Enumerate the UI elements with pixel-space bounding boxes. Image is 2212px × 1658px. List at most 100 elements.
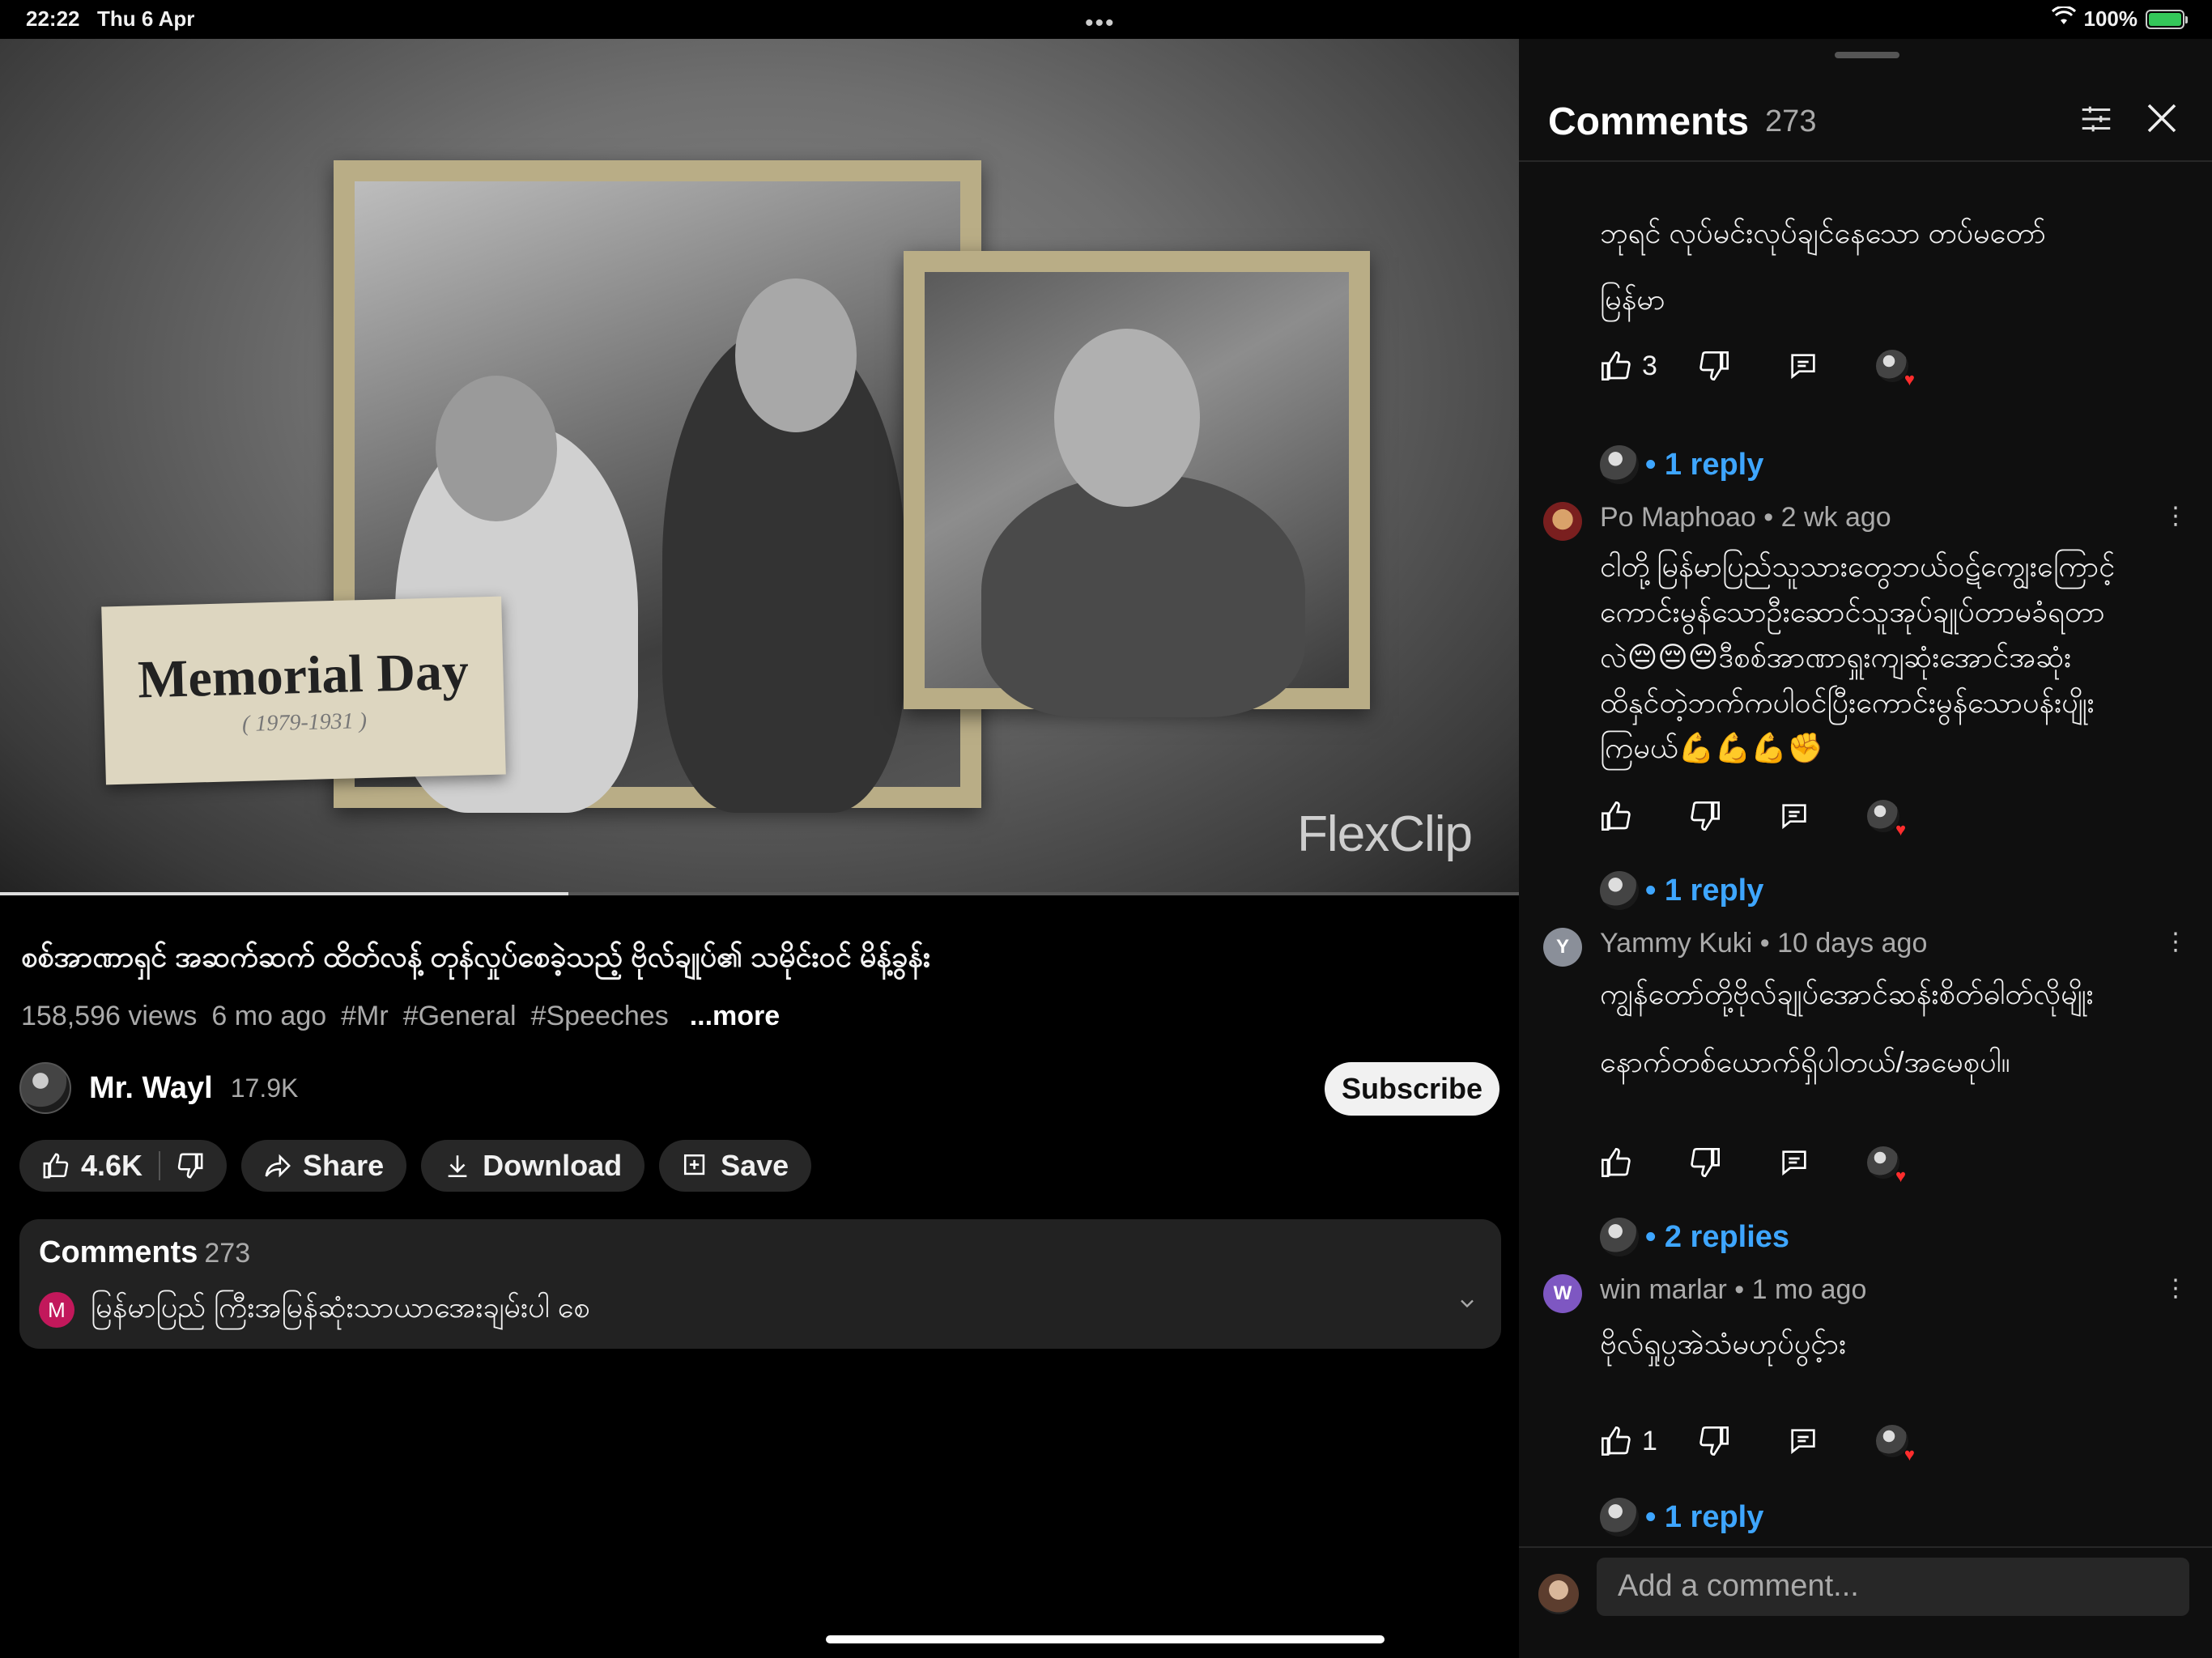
comment-author[interactable]: win marlar • 1 mo ago xyxy=(1600,1274,1866,1306)
status-time: 22:22 xyxy=(26,6,80,31)
memorial-years: ( 1979-1931 ) xyxy=(241,708,368,737)
channel-row[interactable]: Mr. Wayl 17.9K xyxy=(19,1062,298,1114)
replies-link[interactable]: • 1 reply xyxy=(1600,1498,1763,1537)
comments-teaser-row: M မြန်မာပြည် ကြီးအမြန်ဆုံးသာယာအေးချမ်းပါ… xyxy=(39,1288,1482,1332)
divider xyxy=(159,1151,161,1180)
creator-heart-icon xyxy=(1867,1146,1906,1187)
photo-frame-portrait xyxy=(904,251,1370,717)
status-bar: 22:22 Thu 6 Apr ••• 100% xyxy=(0,0,2212,39)
video-progress-bar[interactable] xyxy=(0,892,1519,895)
comment-text-line: ထိနှင်တဲ့ဘက်ကပါဝင်ပြီးကောင်းမွန်သောပန်းပ… xyxy=(1600,686,2095,719)
creator-heart-icon xyxy=(1875,350,1915,390)
more-options-icon[interactable]: ⋮ xyxy=(2163,1274,2188,1303)
like-count[interactable]: 4.6K xyxy=(81,1149,143,1183)
upload-age: 6 mo ago xyxy=(211,1001,327,1031)
more-link[interactable]: ...more xyxy=(690,1001,780,1032)
download-icon xyxy=(444,1152,471,1180)
thumbs-down-icon[interactable] xyxy=(1689,1146,1721,1179)
replies-label[interactable]: • 2 replies xyxy=(1645,1220,1789,1255)
user-avatar xyxy=(1538,1574,1579,1614)
save-button[interactable]: Save xyxy=(659,1140,812,1192)
comment-text-line: ကောင်းမွန်သောဦးဆောင်သူအုပ်ချုပ်တာမခံရတာ xyxy=(1600,595,2105,628)
comment-author[interactable]: Po Maphoao • 2 wk ago xyxy=(1600,502,1891,534)
creator-heart-icon xyxy=(1867,800,1906,840)
memorial-day-card: Memorial Day ( 1979-1931 ) xyxy=(101,596,506,785)
comment-preview: မြန်မာပြည် ကြီးအမြန်ဆုံးသာယာအေးချမ်းပါ စ… xyxy=(91,1290,590,1324)
thumbs-up-icon[interactable] xyxy=(1600,1425,1632,1457)
comment-text-line: ကျွန်တော်တို့ဗိုလ်ချုပ်အောင်ဆန်းစိတ်ဓါတ်… xyxy=(1600,977,2094,1010)
close-icon[interactable] xyxy=(2142,99,2181,138)
reply-icon[interactable] xyxy=(1778,800,1810,832)
more-options-icon[interactable]: ⋮ xyxy=(2163,928,2188,956)
save-label: Save xyxy=(721,1149,789,1182)
comment-text-line: မြန်မာ xyxy=(1600,283,1665,316)
home-indicator[interactable] xyxy=(826,1635,1385,1643)
commenter-avatar: M xyxy=(39,1292,74,1328)
wifi-icon xyxy=(2051,5,2076,32)
chevron-down-icon[interactable] xyxy=(1456,1292,1478,1315)
replies-link[interactable]: • 1 reply xyxy=(1600,445,1763,484)
thumbs-up-icon[interactable] xyxy=(1600,1146,1632,1179)
video-meta[interactable]: 158,596 views 6 mo ago #Mr #General #Spe… xyxy=(21,1001,780,1032)
hashtag[interactable]: #Mr xyxy=(341,1001,389,1032)
reply-icon[interactable] xyxy=(1787,350,1819,382)
replies-label[interactable]: • 1 reply xyxy=(1645,874,1763,908)
comments-teaser-label: Comments xyxy=(39,1235,198,1269)
commenter-avatar[interactable]: Y xyxy=(1543,928,1582,967)
add-comment-input[interactable]: Add a comment... xyxy=(1597,1558,2189,1616)
subscribe-button[interactable]: Subscribe xyxy=(1325,1062,1499,1116)
commenter-avatar[interactable] xyxy=(1543,502,1582,541)
comment-actions: 1 xyxy=(1600,1422,1915,1465)
thumbs-up-icon[interactable] xyxy=(42,1152,70,1180)
comments-teaser-card[interactable]: Comments 273 M မြန်မာပြည် ကြီးအမြန်ဆုံးသာ… xyxy=(19,1219,1501,1349)
thumbs-down-icon[interactable] xyxy=(177,1152,204,1180)
creator-avatar xyxy=(1600,445,1639,484)
download-button[interactable]: Download xyxy=(421,1140,645,1192)
more-options-icon[interactable]: ⋮ xyxy=(2163,502,2188,530)
filter-sliders-icon[interactable] xyxy=(2078,100,2115,138)
comments-panel-title: Comments xyxy=(1548,100,1750,143)
drag-handle[interactable] xyxy=(1835,52,1899,58)
share-button[interactable]: Share xyxy=(241,1140,407,1192)
thumbs-up-icon[interactable] xyxy=(1600,350,1632,382)
download-label: Download xyxy=(483,1149,623,1182)
channel-name[interactable]: Mr. Wayl xyxy=(89,1071,213,1106)
share-label: Share xyxy=(303,1149,385,1182)
comment-text-line: ငါတို့မြန်မာပြည်သူသားတွေဘယ်ဝဋ်ကျွေးကြောင… xyxy=(1600,550,2116,583)
hashtag[interactable]: #General xyxy=(403,1001,517,1032)
thumbs-up-icon[interactable] xyxy=(1600,800,1632,832)
comment-author[interactable]: Yammy Kuki • 10 days ago xyxy=(1600,928,1927,959)
thumbs-down-icon[interactable] xyxy=(1698,1425,1730,1457)
reply-icon[interactable] xyxy=(1787,1425,1819,1457)
creator-avatar xyxy=(1600,1498,1639,1537)
video-title[interactable]: စစ်အာဏာရှင် အဆက်ဆက် ထိတ်လန့် တုန်လှုပ်စေ… xyxy=(21,937,930,981)
channel-avatar[interactable] xyxy=(19,1062,71,1114)
multitasking-dots-icon[interactable]: ••• xyxy=(1085,10,1116,37)
comment-like-count: 3 xyxy=(1642,350,1657,381)
comment-text-line: ကြမယ်💪💪💪✊ xyxy=(1600,731,1824,764)
subscriber-count: 17.9K xyxy=(230,1073,299,1103)
thumbs-down-icon[interactable] xyxy=(1698,350,1730,382)
comment-actions xyxy=(1600,1143,1906,1187)
watermark: FlexClip xyxy=(1297,806,1473,862)
comments-panel-count: 273 xyxy=(1765,104,1817,138)
comments-teaser-count: 273 xyxy=(204,1238,251,1269)
add-comment-row: Add a comment... xyxy=(1519,1546,2212,1658)
reply-icon[interactable] xyxy=(1778,1146,1810,1179)
hashtag[interactable]: #Speeches xyxy=(531,1001,669,1032)
thumbs-down-icon[interactable] xyxy=(1689,800,1721,832)
comments-list[interactable]: ဘုရင် လုပ်မင်းလုပ်ချင်နေသော တပ်မတော် မြန… xyxy=(1519,162,2212,1587)
replies-link[interactable]: • 1 reply xyxy=(1600,871,1763,910)
replies-link[interactable]: • 2 replies xyxy=(1600,1218,1789,1256)
video-player[interactable]: Memorial Day ( 1979-1931 ) FlexClip xyxy=(0,39,1519,894)
comment-actions: 3 xyxy=(1600,346,1915,390)
comments-panel-header: Comments 273 xyxy=(1548,89,2188,154)
comment-text-line: ဗိုလ်ရှုပ္ပအဲသံမဟုပ်ပွင့်ား xyxy=(1600,1327,1847,1360)
status-date: Thu 6 Apr xyxy=(97,6,195,31)
commenter-avatar[interactable]: W xyxy=(1543,1274,1582,1313)
comment-like-count: 1 xyxy=(1642,1425,1657,1456)
replies-label[interactable]: • 1 reply xyxy=(1645,448,1763,483)
comments-teaser-header: Comments 273 xyxy=(39,1235,1482,1270)
battery-percent: 100% xyxy=(2083,6,2138,31)
replies-label[interactable]: • 1 reply xyxy=(1645,1500,1763,1535)
